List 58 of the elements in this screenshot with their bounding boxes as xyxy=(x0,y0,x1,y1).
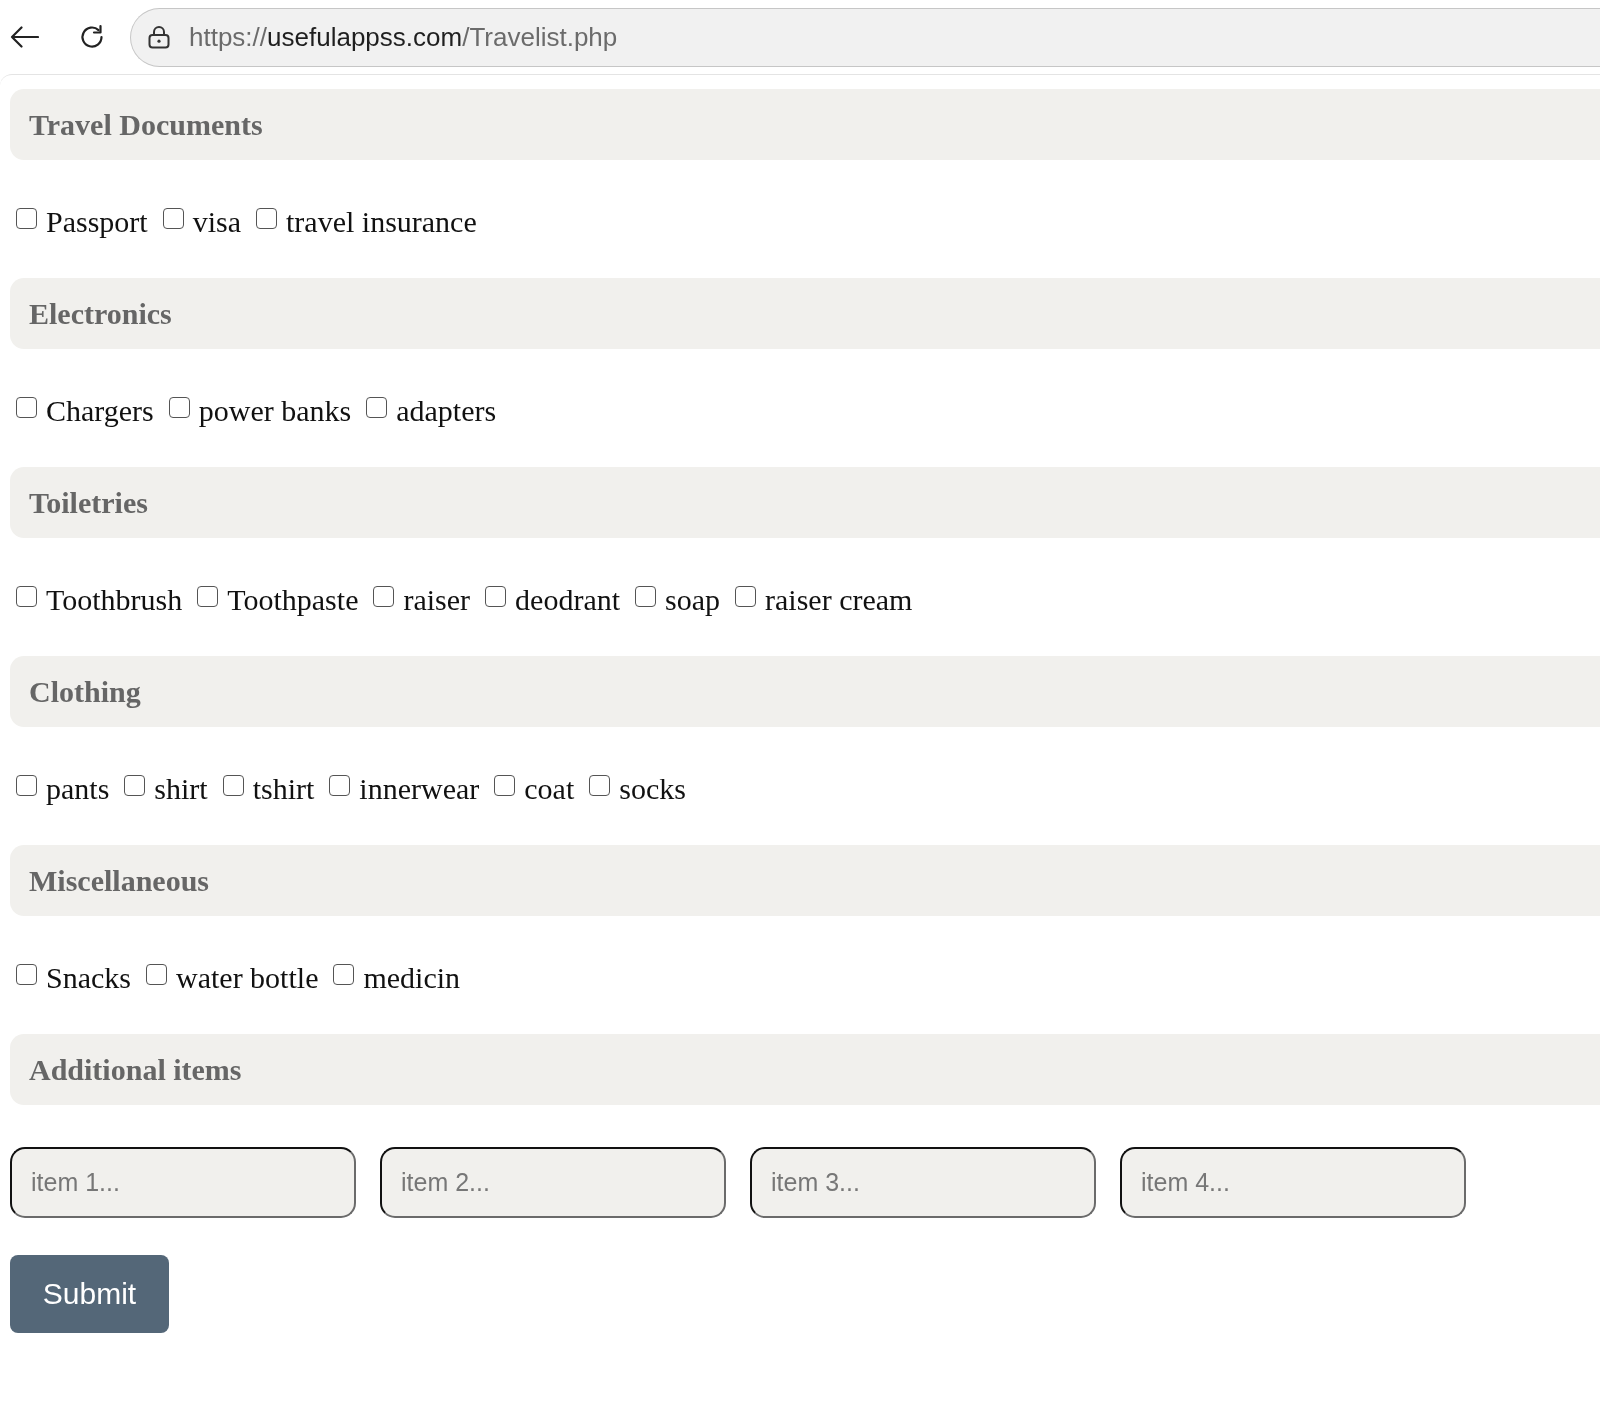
back-arrow-icon[interactable] xyxy=(10,26,39,48)
checkbox[interactable] xyxy=(589,774,611,796)
checkbox-label[interactable]: medicin xyxy=(363,956,461,1000)
checkbox[interactable] xyxy=(16,585,37,607)
checkbox[interactable] xyxy=(222,774,244,796)
checkbox[interactable] xyxy=(16,774,37,796)
checkbox[interactable] xyxy=(124,774,146,796)
checkbox-label[interactable]: soap xyxy=(665,578,721,622)
checkbox[interactable] xyxy=(635,585,657,607)
checkbox-label[interactable]: deodrant xyxy=(515,578,621,622)
checkbox[interactable] xyxy=(485,585,507,607)
submit-button[interactable]: Submit xyxy=(10,1255,169,1333)
text-field[interactable]: item 3... xyxy=(750,1147,1096,1218)
checkbox[interactable] xyxy=(735,585,757,607)
checkbox-label[interactable]: Chargers xyxy=(46,389,154,433)
checkbox[interactable] xyxy=(373,585,395,607)
checkbox[interactable] xyxy=(366,396,388,418)
checkbox-label[interactable]: water bottle xyxy=(176,956,319,1000)
checkbox-label[interactable]: pants xyxy=(46,767,110,811)
checkbox-label[interactable]: raiser cream xyxy=(765,578,913,622)
checkbox-label[interactable]: shirt xyxy=(154,767,208,811)
checkbox[interactable] xyxy=(146,963,167,985)
text-field[interactable]: item 2... xyxy=(380,1147,726,1218)
address-bar[interactable]: https://usefulappss.com/Travelist.php xyxy=(130,7,1600,67)
url-text: https://usefulappss.com/Travelist.php xyxy=(189,21,618,53)
checkbox-label[interactable]: Toothbrush xyxy=(46,578,183,622)
checkbox-label[interactable]: innerwear xyxy=(359,767,480,811)
checkbox[interactable] xyxy=(333,963,355,985)
section-header: Electronics xyxy=(10,278,1600,349)
lock-icon[interactable] xyxy=(148,25,170,49)
checkbox[interactable] xyxy=(168,396,190,418)
checkbox[interactable] xyxy=(162,207,184,229)
checkbox-label[interactable]: Snacks xyxy=(46,956,131,1000)
checkbox-label[interactable]: visa xyxy=(192,200,241,244)
checkbox[interactable] xyxy=(197,585,219,607)
reload-icon[interactable] xyxy=(79,24,105,50)
checkbox-label[interactable]: coat xyxy=(524,767,575,811)
text-field[interactable]: item 1... xyxy=(10,1147,356,1218)
checkbox[interactable] xyxy=(16,963,37,985)
section-header: Additional items xyxy=(10,1034,1600,1105)
checkbox-label[interactable]: tshirt xyxy=(252,767,315,811)
checkbox-label[interactable]: socks xyxy=(619,767,686,811)
checkbox[interactable] xyxy=(16,396,37,418)
checkbox[interactable] xyxy=(329,774,351,796)
section-header: Miscellaneous xyxy=(10,845,1600,916)
checkbox-label[interactable]: power banks xyxy=(198,389,352,433)
text-field[interactable]: item 4... xyxy=(1120,1147,1466,1218)
checkbox[interactable] xyxy=(494,774,516,796)
checkbox[interactable] xyxy=(16,207,37,229)
section-header: Clothing xyxy=(10,656,1600,727)
section-header: Travel Documents xyxy=(10,89,1600,160)
checkbox-label[interactable]: Passport xyxy=(46,200,148,244)
section-header: Toiletries xyxy=(10,467,1600,538)
checkbox-label[interactable]: adapters xyxy=(396,389,497,433)
checkbox[interactable] xyxy=(256,207,277,229)
checkbox-label[interactable]: travel insurance xyxy=(286,200,477,244)
checkbox-label[interactable]: Toothpaste xyxy=(227,578,359,622)
checkbox-label[interactable]: raiser xyxy=(403,578,471,622)
